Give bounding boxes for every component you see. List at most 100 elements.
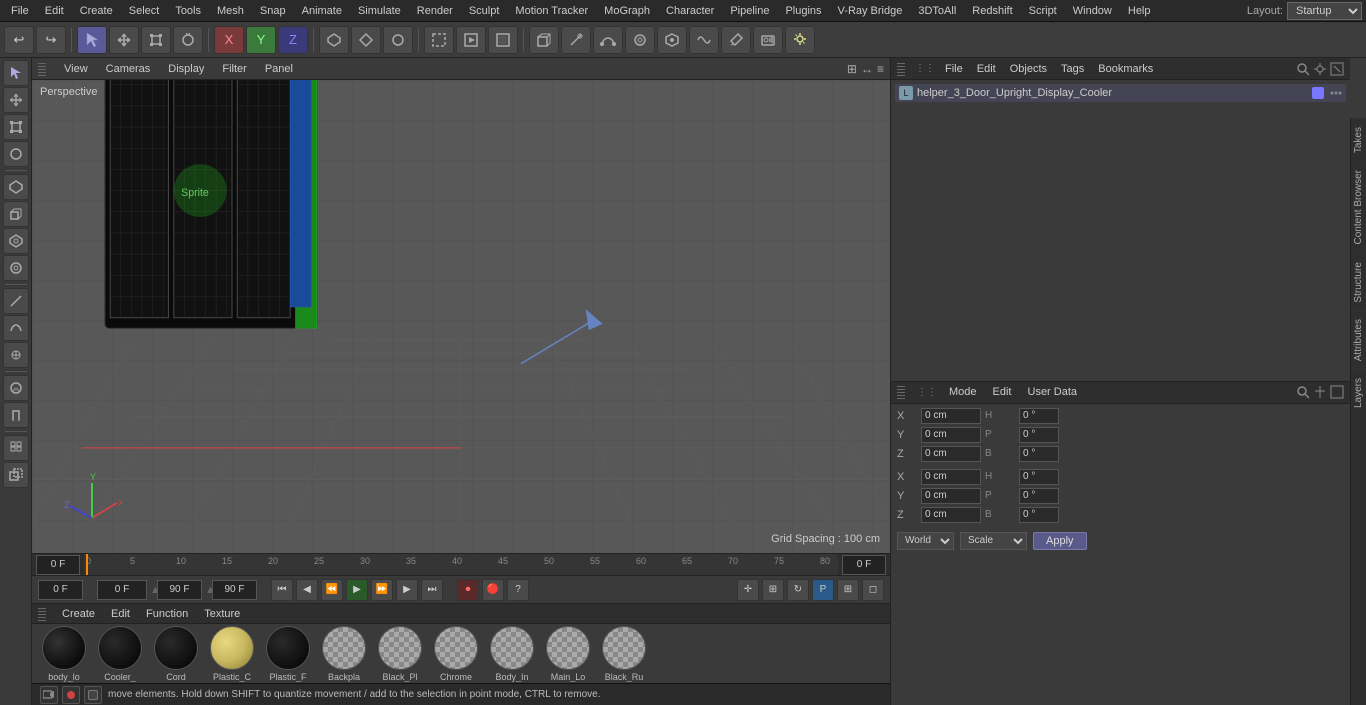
- attr-z-pos-field[interactable]: [921, 446, 981, 462]
- attr-b2-field[interactable]: [1019, 507, 1059, 523]
- mat-item-main-lo[interactable]: Main_Lo: [542, 624, 594, 683]
- scale-tool-button[interactable]: [141, 26, 171, 54]
- polygon-tool-button[interactable]: [351, 26, 381, 54]
- vp-header-filter[interactable]: Filter: [218, 61, 250, 77]
- light-button[interactable]: [785, 26, 815, 54]
- play-button[interactable]: ▶: [346, 579, 368, 601]
- mat-item-black-pl[interactable]: Black_Pl: [374, 624, 426, 683]
- attr-p2-field[interactable]: [1019, 488, 1059, 504]
- obj-mgr-bookmarks[interactable]: Bookmarks: [1094, 62, 1157, 76]
- left-tool-scale[interactable]: [3, 114, 29, 140]
- transport-rotate-btn[interactable]: ↻: [787, 579, 809, 601]
- obj-mgr-file[interactable]: File: [941, 62, 967, 76]
- menu-simulate[interactable]: Simulate: [351, 3, 408, 19]
- next-keyframe-button[interactable]: ⏩: [371, 579, 393, 601]
- menu-window[interactable]: Window: [1066, 3, 1119, 19]
- vtab-takes[interactable]: Takes: [1351, 118, 1366, 161]
- x-axis-button[interactable]: X: [214, 26, 244, 54]
- mat-item-cooler[interactable]: Cooler_: [94, 624, 146, 683]
- menu-pipeline[interactable]: Pipeline: [723, 3, 776, 19]
- edge-tool-button[interactable]: [383, 26, 413, 54]
- attr-sz-field[interactable]: [921, 507, 981, 523]
- attr-user-data[interactable]: User Data: [1024, 385, 1082, 399]
- obj-mgr-edit[interactable]: Edit: [973, 62, 1000, 76]
- vp-header-panel[interactable]: Panel: [261, 61, 297, 77]
- obj-item-cooler[interactable]: L helper_3_Door_Upright_Display_Cooler: [895, 84, 1346, 102]
- transport-current-field[interactable]: [97, 580, 147, 600]
- attr-y-pos-field[interactable]: [921, 427, 981, 443]
- left-tool-rotate[interactable]: [3, 141, 29, 167]
- scale-select[interactable]: Scale Absolute: [960, 532, 1027, 550]
- attr-sy-field[interactable]: [921, 488, 981, 504]
- transport-solo-btn[interactable]: ◻: [862, 579, 884, 601]
- goto-end-button[interactable]: ⏭: [421, 579, 443, 601]
- timeline-area[interactable]: 0 5 10 15 20 25 30 35 40 45 50 55 60 65: [32, 553, 890, 575]
- vp-header-display[interactable]: Display: [164, 61, 208, 77]
- mat-item-chrome[interactable]: Chrome: [430, 624, 482, 683]
- camera-button[interactable]: [753, 26, 783, 54]
- layout-select[interactable]: Startup Standard: [1287, 2, 1362, 20]
- mat-item-body-lo[interactable]: body_lo: [38, 624, 90, 683]
- menu-render[interactable]: Render: [410, 3, 460, 19]
- spline-tool-button[interactable]: [593, 26, 623, 54]
- vtab-layers[interactable]: Layers: [1351, 369, 1366, 416]
- mat-create[interactable]: Create: [58, 607, 99, 621]
- select-tool-button[interactable]: [77, 26, 107, 54]
- left-tool-bridge[interactable]: [3, 255, 29, 281]
- transport-end-field2[interactable]: [212, 580, 257, 600]
- transport-end-field1[interactable]: [157, 580, 202, 600]
- deformer-button[interactable]: [689, 26, 719, 54]
- mat-edit[interactable]: Edit: [107, 607, 134, 621]
- attr-b-angle-field[interactable]: [1019, 446, 1059, 462]
- menu-sculpt[interactable]: Sculpt: [462, 3, 507, 19]
- left-tool-polygon[interactable]: [3, 174, 29, 200]
- left-tool-relax[interactable]: [3, 342, 29, 368]
- menu-select[interactable]: Select: [122, 3, 167, 19]
- help-transport-button[interactable]: ?: [507, 579, 529, 601]
- render-region-button[interactable]: [424, 26, 454, 54]
- mat-item-black-ru[interactable]: Black_Ru: [598, 624, 650, 683]
- menu-3dtoall[interactable]: 3DToAll: [911, 3, 963, 19]
- viewport-canvas[interactable]: Perspective: [32, 80, 890, 553]
- view-cube-button[interactable]: [529, 26, 559, 54]
- next-frame-button[interactable]: ▶: [396, 579, 418, 601]
- menu-plugins[interactable]: Plugins: [778, 3, 828, 19]
- render-picture-button[interactable]: [488, 26, 518, 54]
- left-tool-array[interactable]: [3, 435, 29, 461]
- left-tool-pen[interactable]: [3, 288, 29, 314]
- end-frame-display[interactable]: [842, 555, 886, 575]
- menu-file[interactable]: File: [4, 3, 36, 19]
- transport-start-field[interactable]: [38, 580, 83, 600]
- menu-character[interactable]: Character: [659, 3, 721, 19]
- timeline-numbers[interactable]: 0 5 10 15 20 25 30 35 40 45 50 55 60 65: [84, 554, 838, 576]
- status-cinema-logo[interactable]: [84, 686, 102, 704]
- rotate-tool-button[interactable]: [173, 26, 203, 54]
- vp-header-view[interactable]: View: [60, 61, 92, 77]
- menu-help[interactable]: Help: [1121, 3, 1158, 19]
- vp-header-cameras[interactable]: Cameras: [102, 61, 155, 77]
- attr-mode[interactable]: Mode: [945, 385, 981, 399]
- viewport-settings-icon[interactable]: ≡: [877, 62, 884, 76]
- menu-create[interactable]: Create: [73, 3, 120, 19]
- attr-sx-field[interactable]: [921, 469, 981, 485]
- viewport-lock-icon[interactable]: ⊞: [847, 62, 857, 76]
- menu-redshift[interactable]: Redshift: [965, 3, 1019, 19]
- menu-mesh[interactable]: Mesh: [210, 3, 251, 19]
- obj-mgr-tags[interactable]: Tags: [1057, 62, 1088, 76]
- current-frame-field[interactable]: [36, 555, 80, 575]
- pen-tool-button[interactable]: [561, 26, 591, 54]
- viewport-expand-icon[interactable]: ↔: [861, 62, 873, 76]
- object-tool-button[interactable]: [319, 26, 349, 54]
- attr-edit[interactable]: Edit: [989, 385, 1016, 399]
- transport-grid-btn[interactable]: ⊞: [837, 579, 859, 601]
- auto-key-button[interactable]: 🔴: [482, 579, 504, 601]
- vtab-content-browser[interactable]: Content Browser: [1351, 161, 1366, 252]
- left-tool-knife[interactable]: [3, 228, 29, 254]
- y-axis-button[interactable]: Y: [246, 26, 276, 54]
- menu-tools[interactable]: Tools: [168, 3, 208, 19]
- array-tool-button[interactable]: [625, 26, 655, 54]
- menu-vray[interactable]: V-Ray Bridge: [831, 3, 910, 19]
- goto-start-button[interactable]: ⏮: [271, 579, 293, 601]
- menu-script[interactable]: Script: [1022, 3, 1064, 19]
- mat-item-cord[interactable]: Cord: [150, 624, 202, 683]
